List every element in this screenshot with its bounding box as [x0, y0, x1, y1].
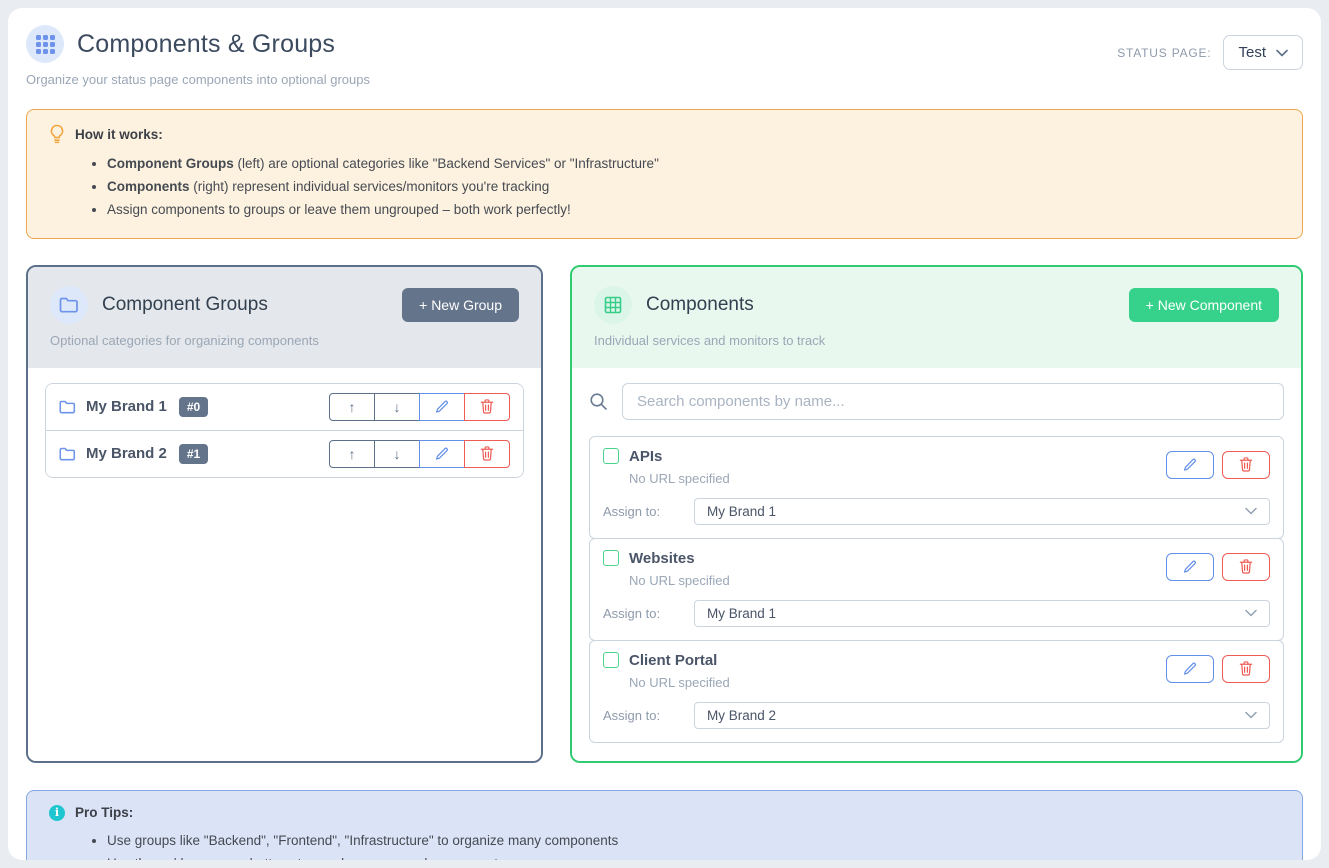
pencil-icon [435, 447, 449, 461]
component-checkbox[interactable] [603, 652, 619, 668]
group-order-badge: #0 [179, 397, 208, 417]
folder-icon-circle [50, 286, 88, 324]
pencil-icon [1183, 560, 1197, 574]
chevron-down-icon [1245, 609, 1257, 617]
move-down-button[interactable]: ↓ [374, 440, 420, 468]
trash-icon [1239, 559, 1253, 574]
pencil-icon [1183, 458, 1197, 472]
edit-component-button[interactable] [1166, 655, 1214, 683]
component-name: Websites [629, 550, 695, 567]
assign-to-label: Assign to: [603, 606, 694, 621]
component-url-status: No URL specified [629, 471, 730, 486]
down-arrow-icon: ↓ [394, 399, 401, 415]
delete-group-button[interactable] [464, 393, 510, 421]
up-arrow-icon: ↑ [349, 399, 356, 415]
edit-group-button[interactable] [419, 393, 465, 421]
down-arrow-icon: ↓ [394, 446, 401, 462]
components-groups-icon [26, 25, 64, 63]
delete-group-button[interactable] [464, 440, 510, 468]
page-title: Components & Groups [77, 30, 335, 59]
folder-icon [59, 447, 76, 461]
assign-to-label: Assign to: [603, 504, 694, 519]
component-card: Websites No URL specified [589, 538, 1284, 641]
info-icon: i [49, 805, 65, 821]
group-row: My Brand 1 #0 ↑ ↓ [46, 384, 523, 430]
edit-component-button[interactable] [1166, 451, 1214, 479]
pencil-icon [435, 400, 449, 414]
assign-group-select[interactable]: My Brand 1 [694, 498, 1270, 525]
delete-component-button[interactable] [1222, 451, 1270, 479]
chevron-down-icon [1276, 49, 1288, 57]
search-icon [589, 392, 608, 411]
group-row: My Brand 2 #1 ↑ ↓ [46, 430, 523, 477]
search-components-input[interactable] [622, 383, 1284, 420]
pro-tips-box: i Pro Tips: Use groups like "Backend", "… [26, 790, 1303, 860]
grid-icon-circle [594, 286, 632, 324]
how-it-works-box: How it works: Component Groups (left) ar… [26, 109, 1303, 239]
component-name: APIs [629, 448, 662, 465]
main-card: Components & Groups Organize your status… [8, 8, 1321, 860]
component-card: Client Portal No URL specified [589, 640, 1284, 743]
assigned-group-value: My Brand 2 [707, 708, 776, 723]
groups-panel-title: Component Groups [102, 294, 268, 316]
assign-group-select[interactable]: My Brand 1 [694, 600, 1270, 627]
how-it-works-item: Components (right) represent individual … [107, 175, 1280, 198]
pencil-icon [1183, 662, 1197, 676]
group-name: My Brand 2 [86, 445, 167, 462]
folder-icon [59, 297, 79, 313]
status-page-select[interactable]: Test [1223, 35, 1303, 70]
move-down-button[interactable]: ↓ [374, 393, 420, 421]
assign-to-label: Assign to: [603, 708, 694, 723]
trash-icon [1239, 661, 1253, 676]
new-group-button[interactable]: + New Group [402, 288, 519, 322]
how-it-works-item: Component Groups (left) are optional cat… [107, 152, 1280, 175]
components-panel-title: Components [646, 294, 754, 316]
component-url-status: No URL specified [629, 573, 730, 588]
chevron-down-icon [1245, 711, 1257, 719]
new-component-button[interactable]: + New Component [1129, 288, 1279, 322]
edit-group-button[interactable] [419, 440, 465, 468]
components-panel-subtitle: Individual services and monitors to trac… [594, 333, 1279, 348]
page-header: Components & Groups Organize your status… [26, 25, 1303, 87]
move-up-button[interactable]: ↑ [329, 440, 375, 468]
assigned-group-value: My Brand 1 [707, 606, 776, 621]
trash-icon [1239, 457, 1253, 472]
lightbulb-icon [49, 124, 65, 144]
component-groups-panel: Component Groups + New Group Optional ca… [26, 265, 543, 763]
trash-icon [480, 399, 494, 414]
up-arrow-icon: ↑ [349, 446, 356, 462]
assign-group-select[interactable]: My Brand 2 [694, 702, 1270, 729]
delete-component-button[interactable] [1222, 553, 1270, 581]
status-page-label: STATUS PAGE: [1117, 46, 1211, 60]
pro-tips-item: Use groups like "Backend", "Frontend", "… [107, 829, 1280, 852]
assigned-group-value: My Brand 1 [707, 504, 776, 519]
component-card: APIs No URL specified [589, 436, 1284, 539]
delete-component-button[interactable] [1222, 655, 1270, 683]
component-url-status: No URL specified [629, 675, 730, 690]
edit-component-button[interactable] [1166, 553, 1214, 581]
how-it-works-item: Assign components to groups or leave the… [107, 198, 1280, 221]
table-grid-icon [604, 296, 622, 314]
components-panel: Components + New Component Individual se… [570, 265, 1303, 763]
apps-grid-icon [36, 35, 55, 54]
page-subtitle: Organize your status page components int… [26, 72, 370, 87]
pro-tips-title: Pro Tips: [75, 805, 133, 820]
how-it-works-list: Component Groups (left) are optional cat… [107, 152, 1280, 222]
component-checkbox[interactable] [603, 550, 619, 566]
trash-icon [480, 446, 494, 461]
component-name: Client Portal [629, 652, 717, 669]
group-name: My Brand 1 [86, 398, 167, 415]
pro-tips-item: Use the up/down arrow buttons to reorder… [107, 852, 1280, 860]
status-page-selected-value: Test [1238, 44, 1266, 61]
how-it-works-title: How it works: [75, 127, 163, 142]
component-checkbox[interactable] [603, 448, 619, 464]
move-up-button[interactable]: ↑ [329, 393, 375, 421]
group-list: My Brand 1 #0 ↑ ↓ [45, 383, 524, 478]
group-order-badge: #1 [179, 444, 208, 464]
groups-panel-subtitle: Optional categories for organizing compo… [50, 333, 519, 348]
pro-tips-list: Use groups like "Backend", "Frontend", "… [107, 829, 1280, 860]
folder-icon [59, 400, 76, 414]
chevron-down-icon [1245, 507, 1257, 515]
